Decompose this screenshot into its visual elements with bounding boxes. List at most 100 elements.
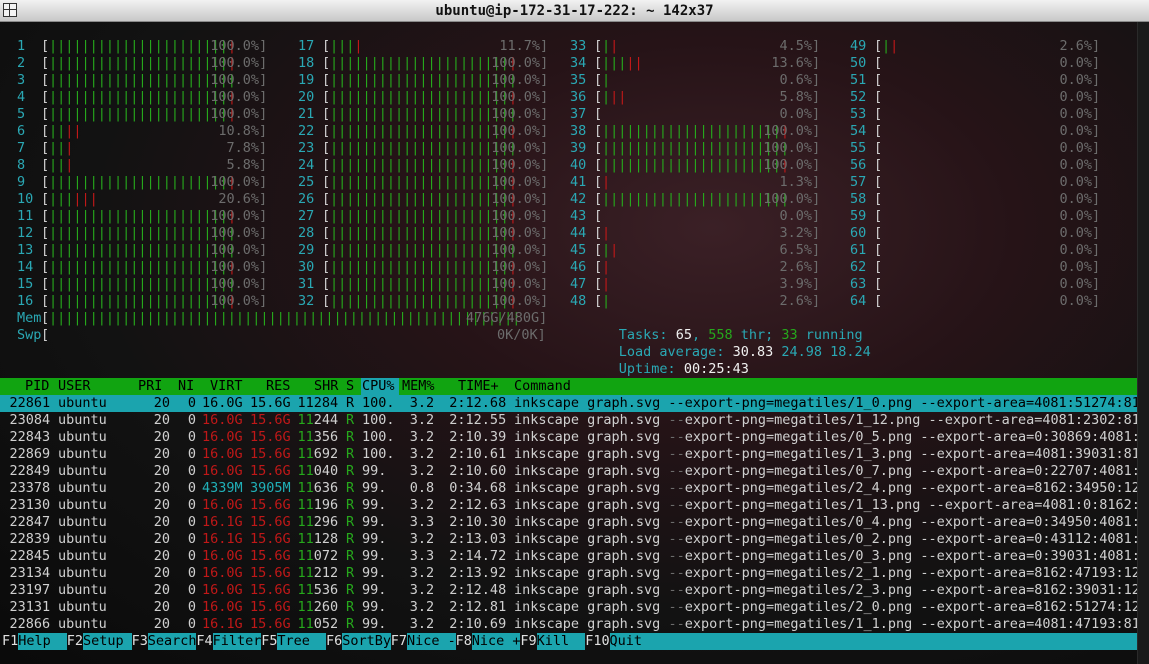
process-row[interactable]: 22839 ubuntu 20 0 16.1G 15.6G 11128 R 99. 3.2 2:13… (0, 531, 1148, 548)
cpu-number: 1 (17, 38, 26, 54)
column-header-cpu[interactable]: CPU% (362, 378, 395, 395)
cpu-percent: 100.0%] (491, 89, 549, 105)
process-mem: 3.3 (409, 548, 435, 564)
process-row[interactable]: 23130 ubuntu 20 0 16.0G 15.6G 11196 R 99. 3.2 2:12… (0, 497, 1148, 514)
process-user: ubuntu (58, 565, 107, 581)
column-header-time[interactable]: TIME+ (458, 378, 499, 395)
fkey-nice-button[interactable]: Nice + (471, 633, 521, 650)
column-header-shr[interactable]: SHR (314, 378, 338, 395)
process-user: ubuntu (58, 395, 107, 411)
cpu-percent: 0.6%] (779, 72, 821, 88)
title-bar[interactable]: ubuntu@ip-172-31-17-222: ~ 142x37 (0, 0, 1149, 22)
cpu-usage-bar: ||||||||||||||||||||||| (602, 191, 789, 207)
cpu-number: 36 (570, 89, 587, 105)
process-row[interactable]: 23084 ubuntu 20 0 16.0G 15.6G 11244 R 100. 3.2 2:1… (0, 412, 1148, 429)
uptime-line: Uptime: 00:25:43 (570, 344, 749, 377)
process-ni: 0 (187, 531, 197, 547)
scrollbar[interactable] (1137, 22, 1149, 664)
process-row[interactable]: 22869 ubuntu 20 0 16.0G 15.6G 11692 R 100. 3.2 2:1… (0, 446, 1148, 463)
cpu-usage-bar: || (602, 38, 619, 54)
fkey-quit-button[interactable]: Quit (609, 633, 1138, 650)
meter-bracket: [ (594, 293, 603, 309)
process-pid: 23197 (9, 582, 51, 598)
column-header-user[interactable]: USER (58, 378, 91, 395)
process-row[interactable]: 22847 ubuntu 20 0 16.1G 15.6G 11296 R 99. 3.3 2:10… (0, 514, 1148, 531)
process-user: ubuntu (58, 429, 107, 445)
cpu-usage-bar: ||||||||||||||||||||||| (330, 89, 517, 105)
process-shr: 11260 (297, 599, 339, 615)
fkey-nice-button[interactable]: Nice - (407, 633, 456, 650)
meter-bracket: [ (322, 174, 331, 190)
cpu-percent: 1.3%] (779, 174, 821, 190)
cpu-number: 51 (850, 72, 867, 88)
process-row[interactable]: 23131 ubuntu 20 0 16.0G 15.6G 11260 R 99. 3.2 2:12… (0, 599, 1148, 616)
process-pid: 22849 (9, 463, 51, 479)
tasks-line: Tasks: 65, 558 thr; 33 running (570, 310, 863, 343)
fkey-tree-button[interactable]: Tree (277, 633, 326, 650)
process-ni: 0 (187, 599, 197, 615)
fkey-help-button[interactable]: Help (18, 633, 67, 650)
meter-bracket: [ (594, 242, 603, 258)
process-table-header[interactable]: PID USER PRI NI VIRT RES SHR S CPU% MEM% TIME+ Comm… (0, 378, 1138, 395)
cpu-percent: 3.9%] (779, 276, 821, 292)
cpu-usage-bar: ||||||||||||||||||||||| (330, 225, 517, 241)
cpu-percent: 100.0%] (210, 293, 268, 309)
meter-bracket: [ (41, 276, 50, 292)
cpu-number: 7 (17, 140, 26, 156)
cpu-number: 14 (17, 259, 34, 275)
process-cpu: 100. (362, 429, 395, 445)
cpu-number: 21 (298, 106, 315, 122)
column-header-mem[interactable]: MEM% (402, 378, 435, 395)
process-res: 15.6G (250, 463, 291, 479)
meter-bracket: [ (594, 157, 603, 173)
cpu-percent: 100.0%] (491, 293, 549, 309)
column-header-pri[interactable]: PRI (138, 378, 162, 395)
cpu-usage-bar: ||||||||||||||||||||||| (49, 106, 236, 122)
process-virt: 16.1G (202, 616, 243, 632)
fkey-sortby-button[interactable]: SortBy (342, 633, 391, 650)
process-row[interactable]: 22845 ubuntu 20 0 16.0G 15.6G 11072 R 99. 3.3 2:14… (0, 548, 1148, 565)
cpu-usage-bar: ||||||||||||||||||||||| (330, 208, 517, 224)
cpu-number: 25 (298, 174, 315, 190)
process-time: 2:12.63 (449, 497, 507, 513)
cpu-usage-bar: ||| (49, 140, 74, 156)
process-ni: 0 (187, 616, 197, 632)
cpu-percent: 2.6%] (779, 293, 821, 309)
process-virt: 16.0G (202, 446, 243, 462)
fkey-search-button[interactable]: Search (147, 633, 197, 650)
process-row[interactable]: 22866 ubuntu 20 0 16.1G 15.6G 11052 R 99. 3.2 2:10… (0, 616, 1148, 633)
process-user: ubuntu (58, 616, 107, 632)
process-row[interactable]: 22861 ubuntu 20 0 16.0G 15.6G 11284 R 100. 3.2 2:1… (0, 395, 1148, 412)
fkey-setup-button[interactable]: Setup (83, 633, 132, 650)
cpu-number: 12 (17, 225, 34, 241)
process-res: 3905M (250, 480, 291, 496)
process-row[interactable]: 22843 ubuntu 20 0 16.0G 15.6G 11356 R 100. 3.2 2:1… (0, 429, 1148, 446)
process-virt: 4339M (202, 480, 243, 496)
cpu-percent: 7.8%] (226, 140, 268, 156)
cpu-number: 3 (17, 72, 26, 88)
fkey-f7: F7 (390, 633, 408, 649)
process-row[interactable]: 23197 ubuntu 20 0 16.0G 15.6G 11536 R 99. 3.2 2:12… (0, 582, 1148, 599)
column-header-virt[interactable]: VIRT (210, 378, 243, 395)
column-header-command[interactable]: Command (514, 378, 571, 395)
process-shr: 11536 (297, 582, 339, 598)
fkey-filter-button[interactable]: Filter (212, 633, 261, 650)
process-time: 2:12.48 (449, 582, 507, 598)
process-pid: 23378 (9, 480, 51, 496)
meter-bracket: [ (41, 140, 50, 156)
column-header-res[interactable]: RES (266, 378, 290, 395)
cpu-number: 9 (17, 174, 26, 190)
process-row[interactable]: 23134 ubuntu 20 0 16.0G 15.6G 11212 R 99. 3.2 2:13… (0, 565, 1148, 582)
meter-bracket: [ (874, 55, 883, 71)
column-header-ni[interactable]: NI (178, 378, 194, 395)
cpu-usage-bar: ||||||||||||||||||||||| (330, 174, 517, 190)
column-header-pid[interactable]: PID (25, 378, 49, 395)
cpu-number: 18 (298, 55, 315, 71)
process-row[interactable]: 23378 ubuntu 20 0 4339M 3905M 11636 R 99. 0.8 0:34… (0, 480, 1148, 497)
column-header-s[interactable]: S (346, 378, 354, 395)
process-row[interactable]: 22849 ubuntu 20 0 16.0G 15.6G 11040 R 99. 3.2 2:10… (0, 463, 1148, 480)
process-virt: 16.0G (202, 497, 243, 513)
cpu-number: 16 (17, 293, 34, 309)
terminal-area[interactable]: 1[||||||||||||||||||||||| 100.0%] 2[||||||… (0, 22, 1149, 664)
fkey-kill-button[interactable]: Kill (536, 633, 586, 650)
